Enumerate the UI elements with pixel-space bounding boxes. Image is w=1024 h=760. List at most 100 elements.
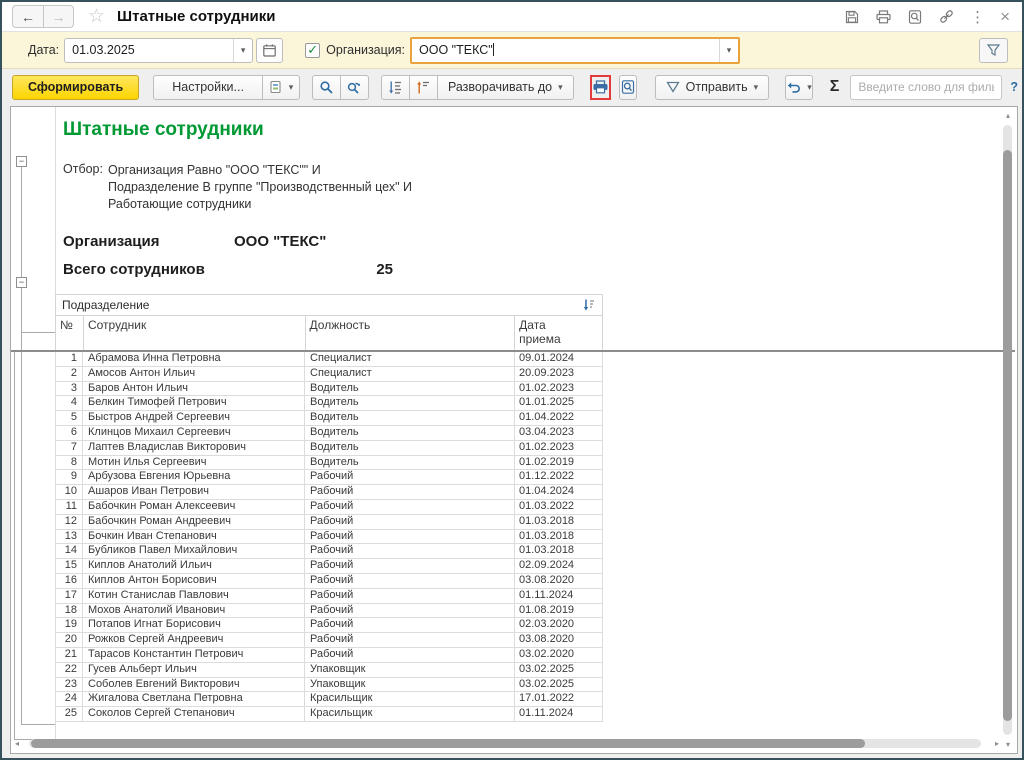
collapse-group-button[interactable]: − [16,277,27,288]
hire-date-cell: 03.02.2020 [515,647,603,662]
row-number: 17 [55,588,83,603]
quick-filter-input[interactable] [850,74,1003,100]
org-dropdown-button[interactable]: ▾ [719,38,738,62]
expand-to-button[interactable]: Разворачивать до ▾ [436,74,574,100]
row-number: 18 [55,603,83,618]
table-row[interactable]: 13 Бочкин Иван Степанович Рабочий 01.03.201… [55,529,603,545]
back-button[interactable]: ← [13,6,43,27]
collapse-levels-button[interactable] [408,74,438,100]
table-row[interactable]: 3 Баров Антон Ильич Водитель 01.02.2023 [55,381,603,397]
table-row[interactable]: 17 Котин Станислав Павлович Рабочий 01.11.2… [55,588,603,604]
toolbar-print-button[interactable] [592,79,609,95]
update-history-button[interactable]: ▾ [785,74,813,100]
horizontal-scroll-thumb[interactable] [31,739,865,748]
table-row[interactable]: 5 Быстров Андрей Сергеевич Водитель 01.04.2… [55,411,603,426]
row-number: 5 [55,411,83,425]
table-row[interactable]: 7 Лаптев Владислав Викторович Водитель 01.0… [55,440,603,456]
date-field[interactable]: 01.03.2025 ▾ [64,37,254,63]
scroll-left-button[interactable]: ◂ [15,737,19,751]
search-button[interactable] [311,74,341,100]
settings-button[interactable]: Настройки... [153,74,263,100]
position-cell: Упаковщик [305,677,515,692]
print-preview-button[interactable] [618,74,637,100]
table-row[interactable]: 1 Абрамова Инна Петровна Специалист 09.01.2… [55,352,603,367]
row-number: 21 [55,647,83,662]
get-link-button[interactable] [938,8,955,25]
table-row[interactable]: 2 Амосов Антон Ильич Специалист 20.09.2023 [55,366,603,382]
scroll-up-button[interactable]: ▴ [1001,111,1015,120]
employee-name: Соколов Сергей Степанович [83,707,305,721]
sum-button[interactable]: Σ [827,78,843,96]
filter-settings-button[interactable] [979,37,1008,63]
table-row[interactable]: 4 Белкин Тимофей Петрович Водитель 01.01.20… [55,396,603,412]
org-checkbox[interactable]: ✓ [305,42,321,58]
close-button[interactable]: × [1000,7,1010,27]
table-row[interactable]: 19 Потапов Игнат Борисович Рабочий 02.03.20… [55,618,603,634]
hire-date-cell: 03.02.2025 [515,662,603,677]
scroll-right-button[interactable]: ▸ [995,737,999,751]
more-menu-button[interactable]: ⋮ [970,8,985,26]
forward-button[interactable]: → [43,6,73,27]
table-row[interactable]: 18 Мохов Анатолий Иванович Рабочий 01.08.20… [55,603,603,619]
table-row[interactable]: 9 Арбузова Евгения Юрьевна Рабочий 01.12.20… [55,470,603,486]
table-row[interactable]: 24 Жигалова Светлана Петровна Красильщик 17… [55,692,603,708]
column-header-hire-date[interactable]: Дата приема [515,316,603,350]
position-cell: Красильщик [305,692,515,707]
row-number: 16 [55,573,83,588]
calendar-button[interactable] [256,37,284,63]
row-number: 19 [55,618,83,633]
sort-button[interactable] [582,298,596,312]
column-header-number[interactable]: № [56,316,84,350]
vertical-scrollbar[interactable]: ▴ ▾ [1001,109,1015,751]
group-header-cell[interactable]: Подразделение [55,294,603,316]
print-button[interactable] [875,9,892,25]
org-field[interactable]: ООО "ТЕКС" ▾ [410,36,741,64]
save-button[interactable] [844,9,860,25]
table-row[interactable]: 6 Клинцов Михаил Сергеевич Водитель 03.04.2… [55,425,603,441]
table-row[interactable]: 22 Гусев Альберт Ильич Упаковщик 03.02.2025 [55,662,603,678]
chevron-down-icon: ▾ [753,81,759,92]
send-button[interactable]: Отправить ▾ [654,74,770,100]
row-number: 24 [55,692,83,707]
sort-icon [583,299,594,311]
table-row[interactable]: 14 Бубликов Павел Михайлович Рабочий 01.03.… [55,544,603,560]
position-cell: Рабочий [305,529,515,544]
preview-button[interactable] [907,9,923,25]
table-row[interactable]: 20 Рожков Сергей Андреевич Рабочий 03.08.20… [55,633,603,648]
column-header-employee[interactable]: Сотрудник [84,316,306,350]
position-cell: Рабочий [305,514,515,529]
column-header-position[interactable]: Должность [306,316,516,350]
employee-name: Киплов Антон Борисович [83,573,305,588]
table-row[interactable]: 16 Киплов Антон Борисович Рабочий 03.08.202… [55,573,603,589]
table-row[interactable]: 10 Ашаров Иван Петрович Рабочий 01.04.2024 [55,485,603,500]
arrow-down-icon: ▾ [1005,740,1010,749]
vertical-scroll-thumb[interactable] [1003,150,1012,721]
row-number: 14 [55,544,83,559]
employee-name: Гусев Альберт Ильич [83,662,305,677]
employee-name: Арбузова Евгения Юрьевна [83,470,305,485]
table-row[interactable]: 8 Мотин Илья Сергеевич Водитель 01.02.2019 [55,455,603,471]
collapse-group-button[interactable]: − [16,156,27,167]
date-value[interactable]: 01.03.2025 [65,43,233,57]
search-next-button[interactable] [339,74,369,100]
expand-levels-button[interactable] [380,74,410,100]
date-dropdown-button[interactable]: ▾ [233,38,252,62]
scroll-down-button[interactable]: ▾ [1001,740,1015,749]
table-row[interactable]: 11 Бабочкин Роман Алексеевич Рабочий 01.03.… [55,499,603,515]
favorite-star-button[interactable]: ☆ [88,7,105,26]
help-button[interactable]: ? [1010,80,1018,94]
row-number: 10 [55,485,83,499]
report-variants-button[interactable]: ▾ [261,74,300,100]
table-row[interactable]: 23 Соболев Евгений Викторович Упаковщик 03.… [55,677,603,693]
row-number: 2 [55,366,83,381]
table-row[interactable]: 21 Тарасов Константин Петрович Рабочий 03.0… [55,647,603,663]
table-row[interactable]: 25 Соколов Сергей Степанович Красильщик 01.… [55,707,603,722]
report-variant-icon [270,80,281,94]
position-cell: Водитель [305,381,515,396]
table-row[interactable]: 15 Киплов Анатолий Ильич Рабочий 02.09.2024 [55,559,603,574]
table-row[interactable]: 12 Бабочкин Роман Андреевич Рабочий 01.03.2… [55,514,603,530]
horizontal-scrollbar[interactable]: ◂ ▸ [13,737,1001,751]
help-icon: ? [1010,80,1018,94]
page-title: Штатные сотрудники [117,8,276,25]
generate-button[interactable]: Сформировать [12,74,140,100]
